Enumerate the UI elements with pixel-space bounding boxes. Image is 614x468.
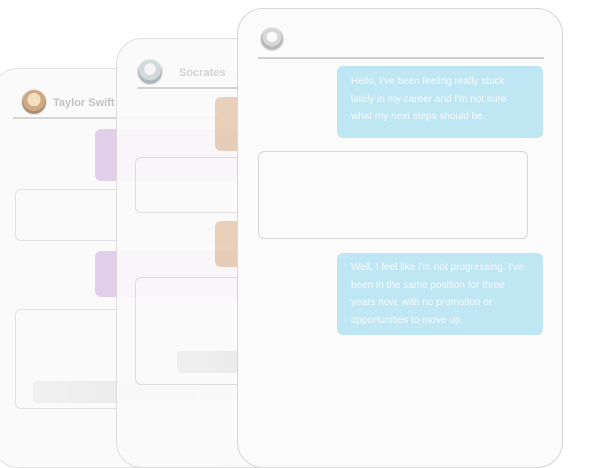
chat-contact-name: Socrates <box>179 67 226 79</box>
avatar <box>137 59 163 85</box>
chat-header <box>258 9 544 59</box>
chat-card-front: Hello, I've been feeling really stuck la… <box>237 8 563 468</box>
chat-contact-name: Taylor Swift <box>53 97 115 109</box>
avatar <box>21 89 47 115</box>
message-bubble-reply <box>258 151 528 239</box>
message-bubble-user: Hello, I've been feeling really stuck la… <box>337 66 543 138</box>
avatar <box>260 27 284 51</box>
message-bubble-user: Well, I feel like I'm not progressing. I… <box>337 253 543 335</box>
